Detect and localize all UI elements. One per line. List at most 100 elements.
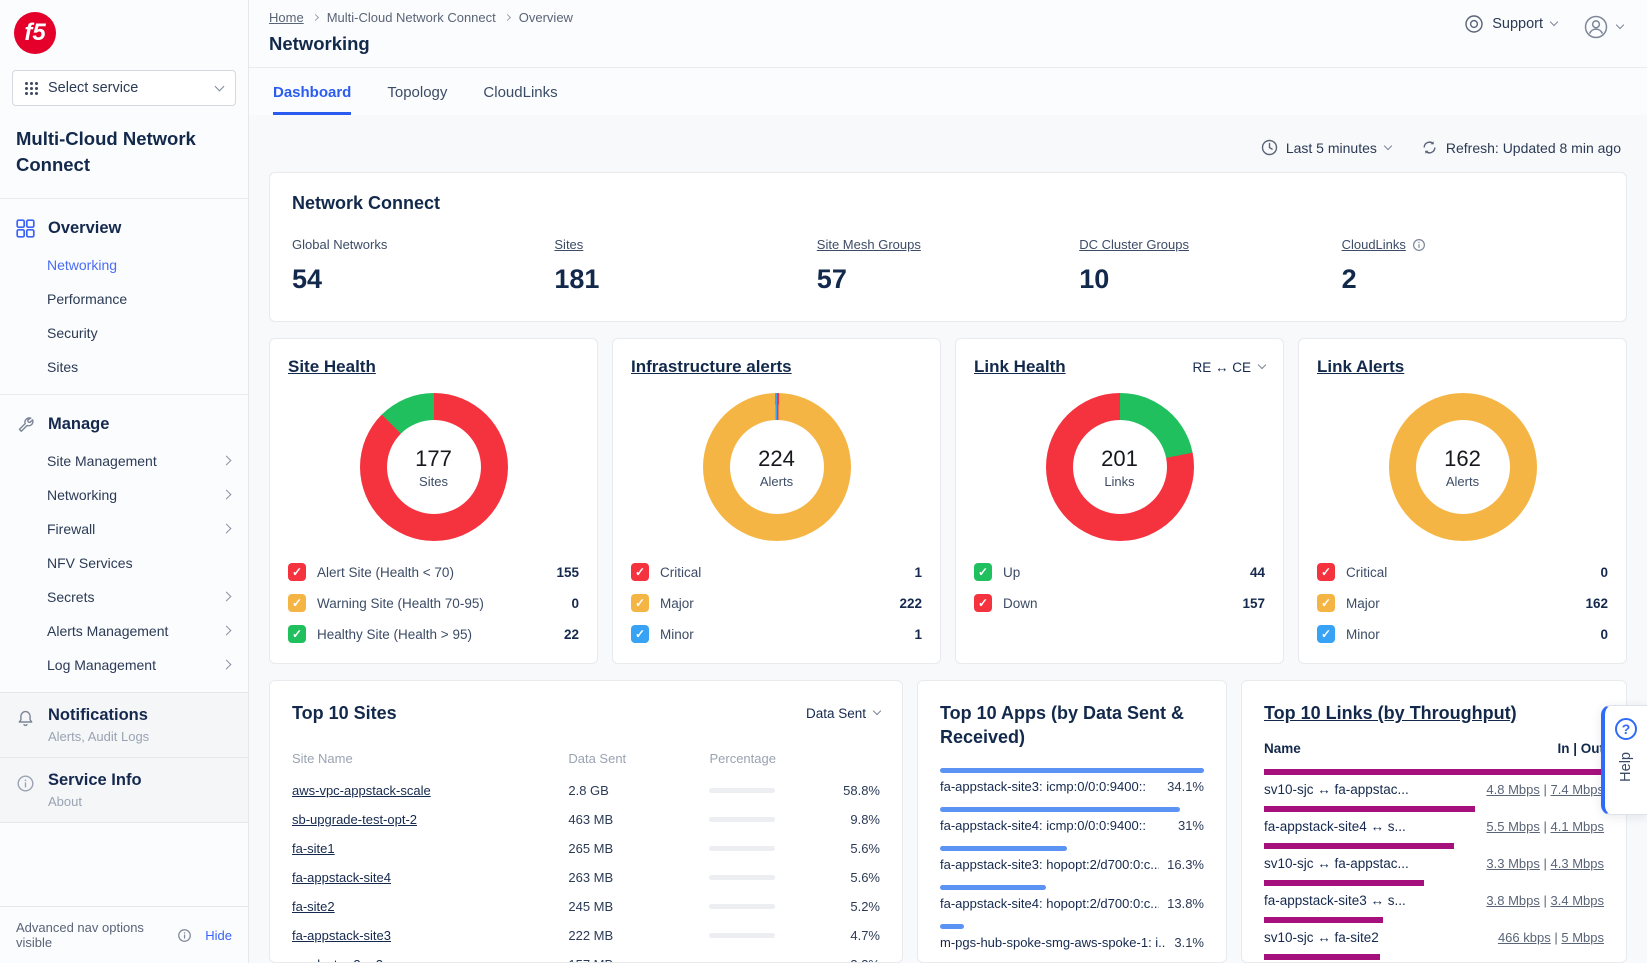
donut-value: 162: [1444, 446, 1481, 472]
site-link[interactable]: fa-site1: [292, 841, 335, 856]
link-name[interactable]: sv10-sjc ↔ fa-appstac...: [1264, 856, 1409, 871]
refresh-button[interactable]: Refresh: Updated 8 min ago: [1421, 139, 1621, 156]
site-health-title[interactable]: Site Health: [288, 357, 376, 377]
breadcrumb-home[interactable]: Home: [269, 10, 304, 25]
tab-topology[interactable]: Topology: [387, 84, 447, 115]
hide-nav-button[interactable]: Hide: [205, 928, 232, 943]
chevron-right-icon: [222, 626, 232, 636]
nav-item-label: Security: [47, 325, 98, 341]
in-value[interactable]: 4.8 Mbps: [1486, 782, 1539, 797]
link-name[interactable]: fa-appstack-site4 ↔ s...: [1264, 819, 1406, 834]
stat-label[interactable]: CloudLinks: [1342, 237, 1406, 252]
site-link[interactable]: fa-appstack-site4: [292, 870, 391, 885]
out-value[interactable]: 4.3 Mbps: [1551, 856, 1604, 871]
link-name[interactable]: sv10-sjc ↔ fa-appstac...: [1264, 782, 1409, 797]
top-links-title[interactable]: Top 10 Links (by Throughput): [1264, 701, 1604, 725]
sidebar-item-firewall[interactable]: Firewall: [0, 512, 248, 546]
in-value[interactable]: 3.8 Mbps: [1486, 893, 1539, 908]
checkbox-checked-icon[interactable]: ✓: [1317, 563, 1335, 581]
in-value[interactable]: 5.5 Mbps: [1486, 819, 1539, 834]
checkbox-checked-icon[interactable]: ✓: [974, 594, 992, 612]
link-health-title[interactable]: Link Health: [974, 357, 1066, 377]
stat-label[interactable]: Sites: [554, 237, 583, 252]
sidebar-item-secrets[interactable]: Secrets: [0, 580, 248, 614]
link-alerts-title[interactable]: Link Alerts: [1317, 357, 1404, 377]
checkbox-checked-icon[interactable]: ✓: [1317, 594, 1335, 612]
sidebar-item-nfv-services[interactable]: NFV Services: [0, 546, 248, 580]
out-value[interactable]: 4.1 Mbps: [1551, 819, 1604, 834]
link-health-donut[interactable]: 201 Links: [1046, 393, 1194, 541]
breadcrumb-service[interactable]: Multi-Cloud Network Connect: [327, 10, 496, 25]
select-service-dropdown[interactable]: Select service: [12, 70, 236, 106]
out-value[interactable]: 3.4 Mbps: [1551, 893, 1604, 908]
donut-center: 162 Alerts: [1416, 420, 1510, 514]
in-value[interactable]: 466 kbps: [1498, 930, 1551, 945]
nav-manage-label: Manage: [48, 415, 109, 434]
link-alerts-donut[interactable]: 162 Alerts: [1389, 393, 1537, 541]
sites-sort-dropdown[interactable]: Data Sent: [806, 706, 880, 721]
sidebar-item-performance[interactable]: Performance: [0, 282, 248, 316]
stat-label[interactable]: DC Cluster Groups: [1079, 237, 1189, 252]
nav-item-label: Secrets: [47, 589, 94, 605]
sidebar-item-alerts-management[interactable]: Alerts Management: [0, 614, 248, 648]
legend-value: 222: [899, 596, 922, 611]
data-sent-value: 263 MB: [568, 870, 709, 885]
legend-label: Major: [1346, 596, 1380, 611]
stat-label[interactable]: Site Mesh Groups: [817, 237, 921, 252]
account-menu[interactable]: [1583, 14, 1623, 40]
site-link[interactable]: pg-cluster-3m-2w: [292, 957, 392, 963]
sidebar-item-manage-networking[interactable]: Networking: [0, 478, 248, 512]
out-value[interactable]: 5 Mbps: [1561, 930, 1604, 945]
sidebar-item-sites[interactable]: Sites: [0, 350, 248, 384]
breadcrumb-overview[interactable]: Overview: [519, 10, 573, 25]
app-name[interactable]: fa-appstack-site4: hopopt:2/d700:0:c...: [940, 896, 1159, 911]
sidebar-item-notifications[interactable]: Notifications Alerts, Audit Logs: [0, 692, 248, 757]
legend-value: 22: [564, 627, 579, 642]
app-name[interactable]: fa-appstack-site3: hopopt:2/d700:0:c...: [940, 857, 1159, 872]
site-link[interactable]: fa-appstack-site3: [292, 928, 391, 943]
nav-overview-label: Overview: [48, 219, 121, 238]
link-name[interactable]: fa-appstack-site3 ↔ s...: [1264, 893, 1406, 908]
sidebar-item-networking[interactable]: Networking: [0, 248, 248, 282]
tab-cloudlinks[interactable]: CloudLinks: [483, 84, 557, 115]
link-type-selector[interactable]: RE ↔ CE: [1192, 360, 1265, 375]
checkbox-checked-icon[interactable]: ✓: [631, 625, 649, 643]
out-value[interactable]: 7.4 Mbps: [1551, 782, 1604, 797]
sidebar-item-service-info[interactable]: Service Info About: [0, 757, 248, 822]
support-menu[interactable]: Support: [1464, 14, 1557, 34]
chart-cards-row: Site Health 177 Sites ✓ Alert Site (Heal…: [269, 338, 1627, 664]
site-health-donut[interactable]: 177 Sites: [360, 393, 508, 541]
sidebar-item-security[interactable]: Security: [0, 316, 248, 350]
site-link[interactable]: aws-vpc-appstack-scale: [292, 783, 431, 798]
checkbox-checked-icon[interactable]: ✓: [631, 594, 649, 612]
checkbox-checked-icon[interactable]: ✓: [1317, 625, 1335, 643]
sidebar-item-site-management[interactable]: Site Management: [0, 444, 248, 478]
time-range-dropdown[interactable]: Last 5 minutes: [1261, 139, 1391, 156]
infrastructure-alerts-title[interactable]: Infrastructure alerts: [631, 357, 792, 377]
info-icon[interactable]: [1412, 238, 1426, 252]
top-links-card: Top 10 Links (by Throughput) Name In | O…: [1241, 680, 1627, 963]
legend-label: Critical: [1346, 565, 1387, 580]
site-link[interactable]: fa-site2: [292, 899, 335, 914]
checkbox-checked-icon[interactable]: ✓: [974, 563, 992, 581]
checkbox-checked-icon[interactable]: ✓: [288, 563, 306, 581]
link-name[interactable]: sv10-sjc ↔ fa-site2: [1264, 930, 1379, 945]
apps-grid-icon: [25, 82, 38, 95]
sidebar-item-manage[interactable]: Manage: [0, 401, 248, 444]
in-value[interactable]: 3.3 Mbps: [1486, 856, 1539, 871]
infrastructure-alerts-donut[interactable]: 224 Alerts: [703, 393, 851, 541]
throughput-bar: [1264, 954, 1380, 960]
checkbox-checked-icon[interactable]: ✓: [288, 594, 306, 612]
app-name[interactable]: fa-appstack-site4: icmp:0/0:0:9400::: [940, 818, 1146, 833]
app-name[interactable]: fa-appstack-site3: icmp:0/0:0:9400::: [940, 779, 1146, 794]
sidebar-item-overview[interactable]: Overview: [0, 205, 248, 248]
help-tab[interactable]: Help: [1601, 705, 1647, 815]
list-item: fa-appstack-site4: icmp:0/0:0:9400::31%: [940, 807, 1204, 840]
app-name[interactable]: m-pgs-hub-spoke-smg-aws-spoke-1: i...: [940, 935, 1166, 950]
checkbox-checked-icon[interactable]: ✓: [288, 625, 306, 643]
site-link[interactable]: sb-upgrade-test-opt-2: [292, 812, 417, 827]
tab-dashboard[interactable]: Dashboard: [273, 84, 351, 115]
f5-logo-icon[interactable]: f5: [14, 12, 56, 54]
sidebar-item-log-management[interactable]: Log Management: [0, 648, 248, 682]
checkbox-checked-icon[interactable]: ✓: [631, 563, 649, 581]
